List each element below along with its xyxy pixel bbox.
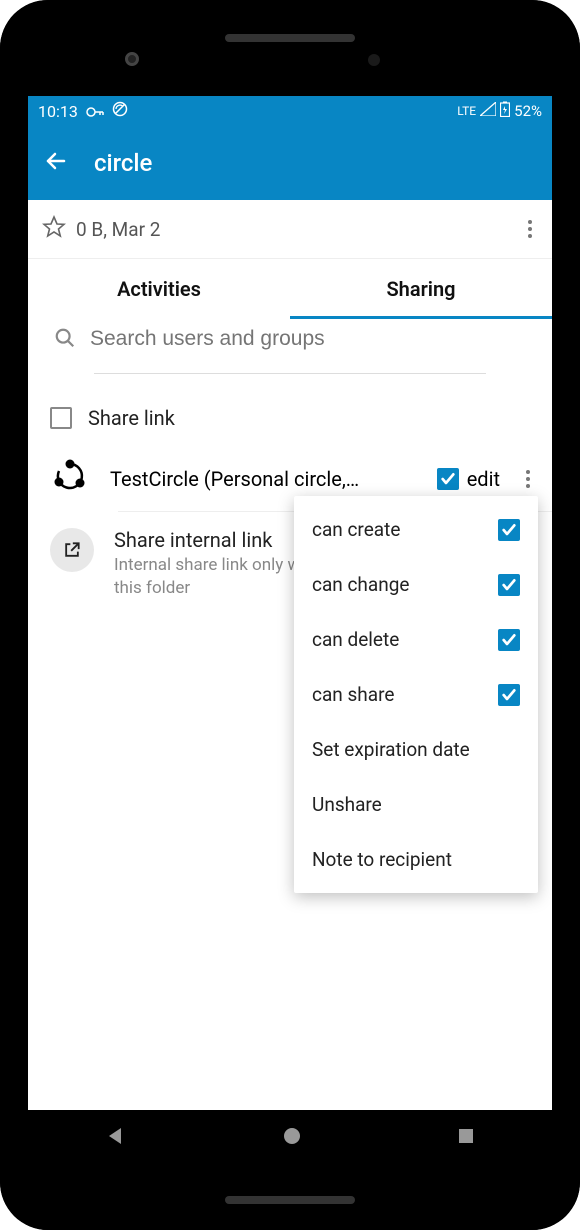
key-icon bbox=[86, 102, 104, 121]
share-link-row[interactable]: Share link bbox=[28, 390, 552, 446]
can-change-checkbox[interactable] bbox=[498, 574, 520, 596]
back-button[interactable] bbox=[44, 149, 68, 177]
file-info-bar: 0 B, Mar 2 bbox=[28, 200, 552, 259]
edit-checkbox[interactable] bbox=[437, 468, 459, 490]
tabs: Activities Sharing bbox=[28, 259, 552, 319]
search-input[interactable] bbox=[90, 327, 526, 355]
nav-home-button[interactable] bbox=[283, 1127, 301, 1149]
can-delete-checkbox[interactable] bbox=[498, 629, 520, 651]
system-nav-bar bbox=[28, 1110, 552, 1166]
share-link-checkbox[interactable] bbox=[50, 407, 72, 429]
edit-label: edit bbox=[467, 467, 500, 491]
share-link-label: Share link bbox=[88, 406, 175, 430]
share-entry-name: TestCircle (Personal circle,… bbox=[110, 467, 417, 491]
popup-can-change[interactable]: can change bbox=[294, 557, 538, 612]
can-share-checkbox[interactable] bbox=[498, 684, 520, 706]
tab-activities[interactable]: Activities bbox=[28, 259, 290, 319]
popup-set-expiration[interactable]: Set expiration date bbox=[294, 722, 538, 777]
popup-unshare[interactable]: Unshare bbox=[294, 777, 538, 832]
nav-recent-button[interactable] bbox=[458, 1128, 474, 1148]
popup-can-share[interactable]: can share bbox=[294, 667, 538, 722]
popup-can-delete[interactable]: can delete bbox=[294, 612, 538, 667]
search-row bbox=[28, 319, 552, 373]
battery-icon bbox=[500, 101, 510, 121]
external-link-icon bbox=[50, 528, 94, 572]
file-menu-button[interactable] bbox=[522, 214, 538, 244]
can-create-checkbox[interactable] bbox=[498, 519, 520, 541]
signal-icon bbox=[480, 102, 496, 120]
page-title: circle bbox=[94, 149, 152, 177]
popup-can-create[interactable]: can create bbox=[294, 502, 538, 557]
status-bar: 10:13 LTE 52% bbox=[28, 96, 552, 126]
nosync-icon bbox=[112, 101, 128, 121]
circle-icon bbox=[50, 456, 90, 501]
app-bar: circle bbox=[28, 126, 552, 200]
tab-sharing[interactable]: Sharing bbox=[290, 259, 552, 319]
search-icon bbox=[54, 327, 76, 355]
popup-note-recipient[interactable]: Note to recipient bbox=[294, 832, 538, 887]
status-time: 10:13 bbox=[38, 102, 78, 121]
battery-pct: 52% bbox=[514, 102, 542, 120]
network-label: LTE bbox=[457, 104, 476, 118]
favorite-button[interactable] bbox=[42, 215, 66, 244]
share-entry-menu-button[interactable] bbox=[520, 464, 536, 494]
nav-back-button[interactable] bbox=[106, 1126, 126, 1150]
file-meta: 0 B, Mar 2 bbox=[76, 218, 160, 241]
share-options-popup: can create can change can delete can sha… bbox=[294, 496, 538, 893]
